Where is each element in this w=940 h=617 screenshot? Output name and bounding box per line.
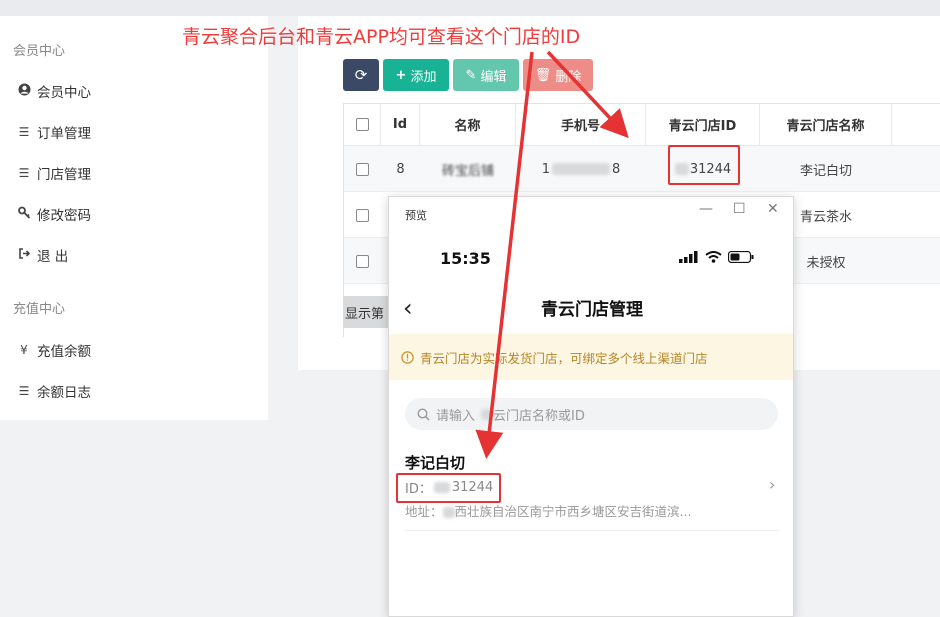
cell-store-name: 李记白切: [799, 163, 852, 179]
sidebar-item-recharge[interactable]: ¥ 充值余额: [17, 340, 91, 360]
header-select-all[interactable]: [344, 104, 381, 146]
chevron-right-icon[interactable]: ›: [769, 475, 775, 494]
phone-redacted: [552, 163, 610, 175]
preview-window-title: 预览: [405, 209, 427, 222]
store-search-input[interactable]: 请输入 云门店名称或ID: [405, 398, 778, 430]
search-placeholder-suffix: 云门店名称或ID: [493, 408, 585, 424]
store-item-address: 地址： 西壮族自治区南宁市西乡塘区安吉街道滨...: [405, 501, 691, 520]
info-icon: [401, 350, 414, 364]
battery-icon: [728, 251, 754, 263]
sidebar-item-orders[interactable]: ☰ 订单管理: [17, 122, 91, 142]
store-address-label: 地址：: [405, 504, 443, 519]
refresh-icon: ⟳: [354, 66, 368, 84]
plus-icon: +: [395, 67, 407, 83]
delete-button[interactable]: 🗑 删除: [523, 59, 593, 91]
wifi-icon: [705, 251, 722, 263]
highlight-box-table-id: [668, 145, 740, 185]
nav-title: 青云门店管理: [541, 300, 643, 320]
pencil-icon: ✎: [465, 67, 477, 83]
yen-icon: ¥: [20, 343, 28, 357]
store-address-value: 西壮族自治区南宁市西乡塘区安吉街道滨...: [454, 504, 692, 519]
notice-banner: 青云门店为实际发货门店，可绑定多个线上渠道门店: [389, 334, 793, 380]
search-placeholder-prefix: 请输入: [436, 408, 476, 424]
sidebar-item-label: 余额日志: [37, 385, 91, 401]
cell-name-text: 砖宝后铺: [441, 163, 494, 179]
sidebar-item-member-center[interactable]: 会员中心: [17, 81, 91, 101]
checkbox[interactable]: [355, 118, 369, 131]
status-time: 15:35: [440, 249, 491, 268]
header-id[interactable]: Id: [381, 104, 420, 146]
highlight-box-app-id: [396, 473, 501, 503]
checkbox[interactable]: [356, 208, 369, 222]
search-icon: [417, 407, 430, 421]
sidebar-item-label: 修改密码: [37, 208, 91, 224]
sidebar-item-logout[interactable]: 退 出: [17, 245, 68, 265]
store-item-name: 李记白切: [405, 454, 466, 472]
delete-button-label: 删除: [555, 69, 582, 85]
cell-id: 8: [396, 161, 405, 177]
sidebar-group-title-member: 会员中心: [13, 44, 66, 59]
annotation-text: 青云聚合后台和青云APP均可查看这个门店的ID: [182, 26, 581, 48]
minimize-icon[interactable]: —: [699, 201, 713, 217]
sidebar-group-title-recharge: 充值中心: [13, 302, 66, 317]
list-alt-icon: ☰: [18, 384, 30, 398]
add-button[interactable]: + 添加: [383, 59, 449, 91]
user-circle-icon: [17, 83, 31, 99]
header-store-name[interactable]: 青云门店名称: [760, 104, 892, 146]
checkbox[interactable]: [356, 254, 369, 268]
sidebar-item-label: 充值余额: [37, 344, 91, 360]
list-icon: ☰: [18, 166, 30, 180]
toolbar: ⟳ + 添加 ✎ 编辑 🗑 删除: [343, 59, 593, 91]
header-phone[interactable]: 手机号: [516, 104, 646, 146]
cell-phone: 1 8: [516, 146, 646, 192]
list-divider: [405, 530, 779, 531]
sidebar-item-stores[interactable]: ☰ 门店管理: [17, 163, 91, 183]
preview-window: 预览 — ☐ ✕ 15:35 ‹ 青云门店管理 青云门店为实际发货门店，可绑定多…: [388, 196, 794, 617]
search-placeholder-redacted: [481, 408, 494, 420]
top-strip: [0, 0, 940, 16]
table-row[interactable]: 8 砖宝后铺 1 8 31244 李记白切: [344, 146, 940, 192]
sidebar-item-label: 会员中心: [37, 85, 91, 101]
store-address-redacted: [442, 507, 455, 518]
notice-text: 青云门店为实际发货门店，可绑定多个线上渠道门店: [420, 350, 708, 366]
header-name[interactable]: 名称: [420, 104, 516, 146]
pagination-info: 显示第: [343, 296, 388, 328]
key-icon: [17, 206, 31, 222]
sidebar-item-label: 订单管理: [37, 126, 91, 142]
add-button-label: 添加: [410, 69, 437, 85]
edit-button[interactable]: ✎ 编辑: [453, 59, 519, 91]
sidebar-item-label: 门店管理: [37, 167, 91, 183]
checkbox[interactable]: [356, 162, 369, 176]
maximize-icon[interactable]: ☐: [733, 201, 746, 217]
sidebar-item-change-password[interactable]: 修改密码: [17, 204, 91, 224]
sidebar-item-label: 退 出: [37, 249, 69, 265]
sidebar-item-balance-log[interactable]: ☰ 余额日志: [17, 381, 91, 401]
list-icon: ☰: [18, 125, 30, 139]
trash-icon: 🗑: [534, 67, 552, 83]
cell-name: 砖宝后铺: [420, 146, 516, 192]
sign-out-icon: [17, 247, 31, 263]
edit-button-label: 编辑: [480, 69, 507, 85]
status-icons: [679, 251, 754, 263]
header-store-id[interactable]: 青云门店ID: [646, 104, 760, 146]
phone-prefix: 1: [541, 161, 550, 177]
close-icon[interactable]: ✕: [767, 201, 779, 217]
signal-icon: [679, 251, 698, 263]
refresh-button[interactable]: ⟳: [343, 59, 379, 91]
header-extra: [892, 104, 940, 146]
phone-suffix: 8: [612, 161, 621, 177]
